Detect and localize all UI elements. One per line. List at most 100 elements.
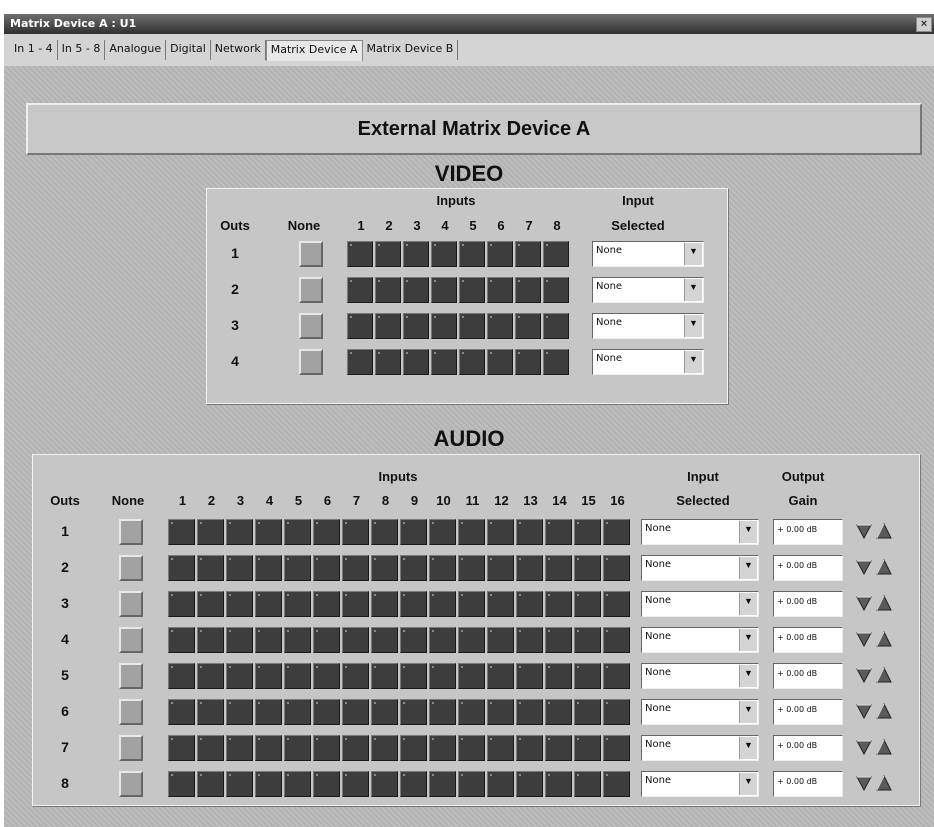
route-button[interactable]: [342, 771, 369, 797]
input-selected-dropdown[interactable]: None ▼: [641, 699, 759, 725]
route-button[interactable]: [515, 349, 541, 375]
triangle-down-icon[interactable]: [855, 522, 873, 540]
route-button[interactable]: [516, 735, 543, 761]
route-button[interactable]: [347, 241, 373, 267]
route-button[interactable]: [574, 699, 601, 725]
route-button[interactable]: [255, 555, 282, 581]
route-button[interactable]: [574, 519, 601, 545]
route-button[interactable]: [515, 277, 541, 303]
route-button[interactable]: [545, 663, 572, 689]
input-selected-dropdown[interactable]: None ▼: [592, 349, 704, 375]
route-button[interactable]: [313, 771, 340, 797]
triangle-down-icon[interactable]: [855, 702, 873, 720]
route-button[interactable]: [400, 591, 427, 617]
route-button[interactable]: [429, 735, 456, 761]
route-button[interactable]: [342, 735, 369, 761]
tab-analogue[interactable]: Analogue: [105, 40, 167, 60]
route-button[interactable]: [400, 699, 427, 725]
none-route-button[interactable]: [299, 277, 323, 303]
none-route-button[interactable]: [119, 555, 143, 581]
triangle-up-icon[interactable]: [875, 702, 893, 720]
triangle-up-icon[interactable]: [875, 594, 893, 612]
route-button[interactable]: [603, 771, 630, 797]
route-button[interactable]: [226, 663, 253, 689]
route-button[interactable]: [371, 771, 398, 797]
route-button[interactable]: [342, 627, 369, 653]
route-button[interactable]: [342, 699, 369, 725]
route-button[interactable]: [400, 771, 427, 797]
route-button[interactable]: [459, 349, 485, 375]
tab-digital[interactable]: Digital: [166, 40, 211, 60]
route-button[interactable]: [255, 663, 282, 689]
chevron-down-icon[interactable]: ▼: [739, 629, 757, 651]
chevron-down-icon[interactable]: ▼: [739, 593, 757, 615]
route-button[interactable]: [255, 591, 282, 617]
route-button[interactable]: [515, 241, 541, 267]
route-button[interactable]: [371, 555, 398, 581]
route-button[interactable]: [197, 591, 224, 617]
route-button[interactable]: [284, 771, 311, 797]
route-button[interactable]: [284, 555, 311, 581]
route-button[interactable]: [603, 699, 630, 725]
output-gain-field[interactable]: + 0.00 dB: [773, 519, 843, 545]
route-button[interactable]: [400, 735, 427, 761]
route-button[interactable]: [400, 663, 427, 689]
tab-in-1-4[interactable]: In 1 - 4: [10, 40, 58, 60]
route-button[interactable]: [168, 771, 195, 797]
route-button[interactable]: [603, 555, 630, 581]
route-button[interactable]: [516, 663, 543, 689]
route-button[interactable]: [226, 699, 253, 725]
chevron-down-icon[interactable]: ▼: [739, 701, 757, 723]
route-button[interactable]: [487, 277, 513, 303]
chevron-down-icon[interactable]: ▼: [739, 665, 757, 687]
route-button[interactable]: [226, 591, 253, 617]
route-button[interactable]: [375, 241, 401, 267]
route-button[interactable]: [313, 663, 340, 689]
route-button[interactable]: [400, 555, 427, 581]
route-button[interactable]: [545, 627, 572, 653]
route-button[interactable]: [347, 349, 373, 375]
route-button[interactable]: [226, 771, 253, 797]
input-selected-dropdown[interactable]: None ▼: [641, 663, 759, 689]
route-button[interactable]: [545, 519, 572, 545]
route-button[interactable]: [431, 241, 457, 267]
triangle-down-icon[interactable]: [855, 666, 873, 684]
route-button[interactable]: [255, 735, 282, 761]
route-button[interactable]: [487, 627, 514, 653]
route-button[interactable]: [487, 591, 514, 617]
route-button[interactable]: [545, 555, 572, 581]
route-button[interactable]: [197, 699, 224, 725]
none-route-button[interactable]: [119, 627, 143, 653]
tab-matrix-device-b[interactable]: Matrix Device B: [363, 40, 459, 60]
route-button[interactable]: [429, 663, 456, 689]
none-route-button[interactable]: [119, 699, 143, 725]
chevron-down-icon[interactable]: ▼: [739, 521, 757, 543]
route-button[interactable]: [371, 591, 398, 617]
route-button[interactable]: [487, 241, 513, 267]
route-button[interactable]: [403, 349, 429, 375]
route-button[interactable]: [371, 663, 398, 689]
chevron-down-icon[interactable]: ▼: [684, 351, 702, 373]
route-button[interactable]: [313, 627, 340, 653]
none-route-button[interactable]: [119, 519, 143, 545]
chevron-down-icon[interactable]: ▼: [739, 557, 757, 579]
route-button[interactable]: [516, 771, 543, 797]
triangle-down-icon[interactable]: [855, 774, 873, 792]
route-button[interactable]: [458, 627, 485, 653]
output-gain-field[interactable]: + 0.00 dB: [773, 627, 843, 653]
route-button[interactable]: [603, 663, 630, 689]
route-button[interactable]: [371, 627, 398, 653]
route-button[interactable]: [347, 313, 373, 339]
route-button[interactable]: [545, 699, 572, 725]
route-button[interactable]: [543, 241, 569, 267]
route-button[interactable]: [458, 555, 485, 581]
route-button[interactable]: [313, 555, 340, 581]
route-button[interactable]: [197, 735, 224, 761]
triangle-up-icon[interactable]: [875, 522, 893, 540]
none-route-button[interactable]: [119, 771, 143, 797]
none-route-button[interactable]: [299, 313, 323, 339]
none-route-button[interactable]: [119, 735, 143, 761]
route-button[interactable]: [545, 591, 572, 617]
route-button[interactable]: [197, 663, 224, 689]
tab-in-5-8[interactable]: In 5 - 8: [58, 40, 106, 60]
